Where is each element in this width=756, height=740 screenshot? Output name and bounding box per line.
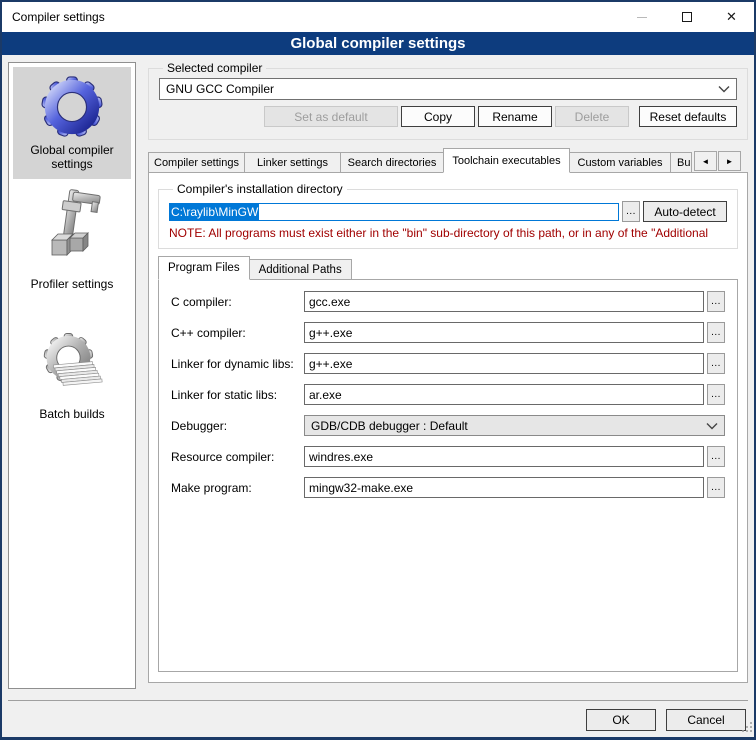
installation-directory-note: NOTE: All programs must exist either in … (169, 226, 727, 240)
field-label: Linker for static libs: (171, 388, 304, 402)
linker-dynamic-browse-button[interactable]: ... (707, 353, 725, 374)
minimize-icon (637, 17, 647, 18)
titlebar: Compiler settings ✕ (2, 2, 754, 32)
compiler-settings-dialog: Compiler settings ✕ Global compiler sett… (0, 0, 756, 740)
chevron-down-icon (706, 422, 718, 430)
blue-gear-icon (40, 75, 104, 139)
dialog-body: Global compiler settings (2, 55, 754, 737)
field-row-linker-dynamic: Linker for dynamic libs: ... (171, 353, 725, 374)
settings-sidebar: Global compiler settings (8, 62, 136, 689)
tab-compiler-settings[interactable]: Compiler settings (148, 152, 245, 173)
make-program-browse-button[interactable]: ... (707, 477, 725, 498)
installation-directory-value: C:\raylib\MinGW (170, 204, 259, 220)
rename-button[interactable]: Rename (478, 106, 552, 127)
sidebar-item-profiler-settings[interactable]: Profiler settings (13, 179, 131, 299)
maximize-button[interactable] (664, 2, 709, 32)
linker-static-input[interactable] (304, 384, 704, 405)
minimize-button[interactable] (619, 2, 664, 32)
tab-build-clipped[interactable]: Build (670, 152, 692, 173)
tab-program-files[interactable]: Program Files (158, 256, 250, 280)
installation-directory-input[interactable]: C:\raylib\MinGW (169, 203, 619, 221)
field-label: Linker for dynamic libs: (171, 357, 304, 371)
sidebar-item-batch-builds[interactable]: Batch builds (13, 317, 131, 429)
maximize-icon (682, 12, 692, 22)
field-row-resource-compiler: Resource compiler: ... (171, 446, 725, 467)
field-row-c-compiler: C compiler: ... (171, 291, 725, 312)
field-label: C++ compiler: (171, 326, 304, 340)
installation-directory-row: C:\raylib\MinGW ... Auto-detect (169, 201, 727, 222)
main-tabstrip: Compiler settings Linker settings Search… (148, 148, 748, 173)
caliper-icon (40, 187, 104, 273)
program-files-tabstrip: Program Files Additional Paths (158, 256, 738, 280)
auto-detect-button[interactable]: Auto-detect (643, 201, 727, 222)
sidebar-item-label: Global compiler settings (15, 143, 129, 171)
field-row-cpp-compiler: C++ compiler: ... (171, 322, 725, 343)
field-label: C compiler: (171, 295, 304, 309)
arrow-right-icon: ► (726, 157, 734, 166)
resize-grip-icon[interactable] (741, 721, 753, 736)
grey-gear-papers-icon (40, 325, 104, 403)
dialog-header: Global compiler settings (2, 32, 754, 55)
set-as-default-button[interactable]: Set as default (264, 106, 398, 127)
linker-dynamic-input[interactable] (304, 353, 704, 374)
tab-search-directories[interactable]: Search directories (340, 152, 444, 173)
page-title: Global compiler settings (290, 35, 465, 52)
tab-toolchain-executables[interactable]: Toolchain executables (443, 148, 570, 173)
program-files-panel: C compiler: ... C++ compiler: ... Linker… (158, 279, 738, 672)
toolchain-executables-page: Compiler's installation directory C:\ray… (148, 172, 748, 683)
installation-directory-browse-button[interactable]: ... (622, 201, 640, 222)
delete-button[interactable]: Delete (555, 106, 629, 127)
sidebar-item-label: Profiler settings (15, 277, 129, 291)
compiler-select[interactable]: GNU GCC Compiler (159, 78, 737, 100)
field-row-debugger: Debugger: GDB/CDB debugger : Default (171, 415, 725, 436)
resource-compiler-browse-button[interactable]: ... (707, 446, 725, 467)
arrow-left-icon: ◄ (702, 157, 710, 166)
field-label: Resource compiler: (171, 450, 304, 464)
cpp-compiler-browse-button[interactable]: ... (707, 322, 725, 343)
footer-buttons: OK Cancel (586, 709, 746, 731)
field-row-make-program: Make program: ... (171, 477, 725, 498)
tab-scroll-arrows: ◄ ► (694, 151, 741, 171)
tab-scroll-right-button[interactable]: ► (718, 151, 741, 171)
sidebar-item-global-compiler-settings[interactable]: Global compiler settings (13, 67, 131, 179)
tab-additional-paths[interactable]: Additional Paths (249, 259, 352, 280)
reset-defaults-button[interactable]: Reset defaults (639, 106, 737, 127)
debugger-select[interactable]: GDB/CDB debugger : Default (304, 415, 725, 436)
field-label: Debugger: (171, 419, 304, 433)
field-row-linker-static: Linker for static libs: ... (171, 384, 725, 405)
tab-scroll-left-button[interactable]: ◄ (694, 151, 717, 171)
compiler-buttons-row: Set as default Copy Rename Delete Reset … (159, 106, 737, 127)
cancel-button[interactable]: Cancel (666, 709, 746, 731)
field-label: Make program: (171, 481, 304, 495)
close-icon: ✕ (726, 9, 737, 25)
compiler-select-value: GNU GCC Compiler (166, 82, 274, 96)
installation-directory-legend: Compiler's installation directory (173, 182, 347, 196)
chevron-down-icon (718, 85, 730, 93)
make-program-input[interactable] (304, 477, 704, 498)
linker-static-browse-button[interactable]: ... (707, 384, 725, 405)
ok-button[interactable]: OK (586, 709, 656, 731)
installation-directory-group: Compiler's installation directory C:\ray… (158, 182, 738, 249)
window-title: Compiler settings (2, 10, 105, 24)
footer-separator (8, 700, 748, 701)
close-button[interactable]: ✕ (709, 2, 754, 32)
cpp-compiler-input[interactable] (304, 322, 704, 343)
c-compiler-browse-button[interactable]: ... (707, 291, 725, 312)
debugger-select-value: GDB/CDB debugger : Default (311, 419, 468, 433)
c-compiler-input[interactable] (304, 291, 704, 312)
tab-linker-settings[interactable]: Linker settings (244, 152, 341, 173)
resource-compiler-input[interactable] (304, 446, 704, 467)
selected-compiler-legend: Selected compiler (163, 61, 266, 75)
sidebar-item-label: Batch builds (15, 407, 129, 421)
tab-custom-variables[interactable]: Custom variables (569, 152, 671, 173)
copy-button[interactable]: Copy (401, 106, 475, 127)
selected-compiler-group: Selected compiler GNU GCC Compiler Set a… (148, 61, 748, 140)
